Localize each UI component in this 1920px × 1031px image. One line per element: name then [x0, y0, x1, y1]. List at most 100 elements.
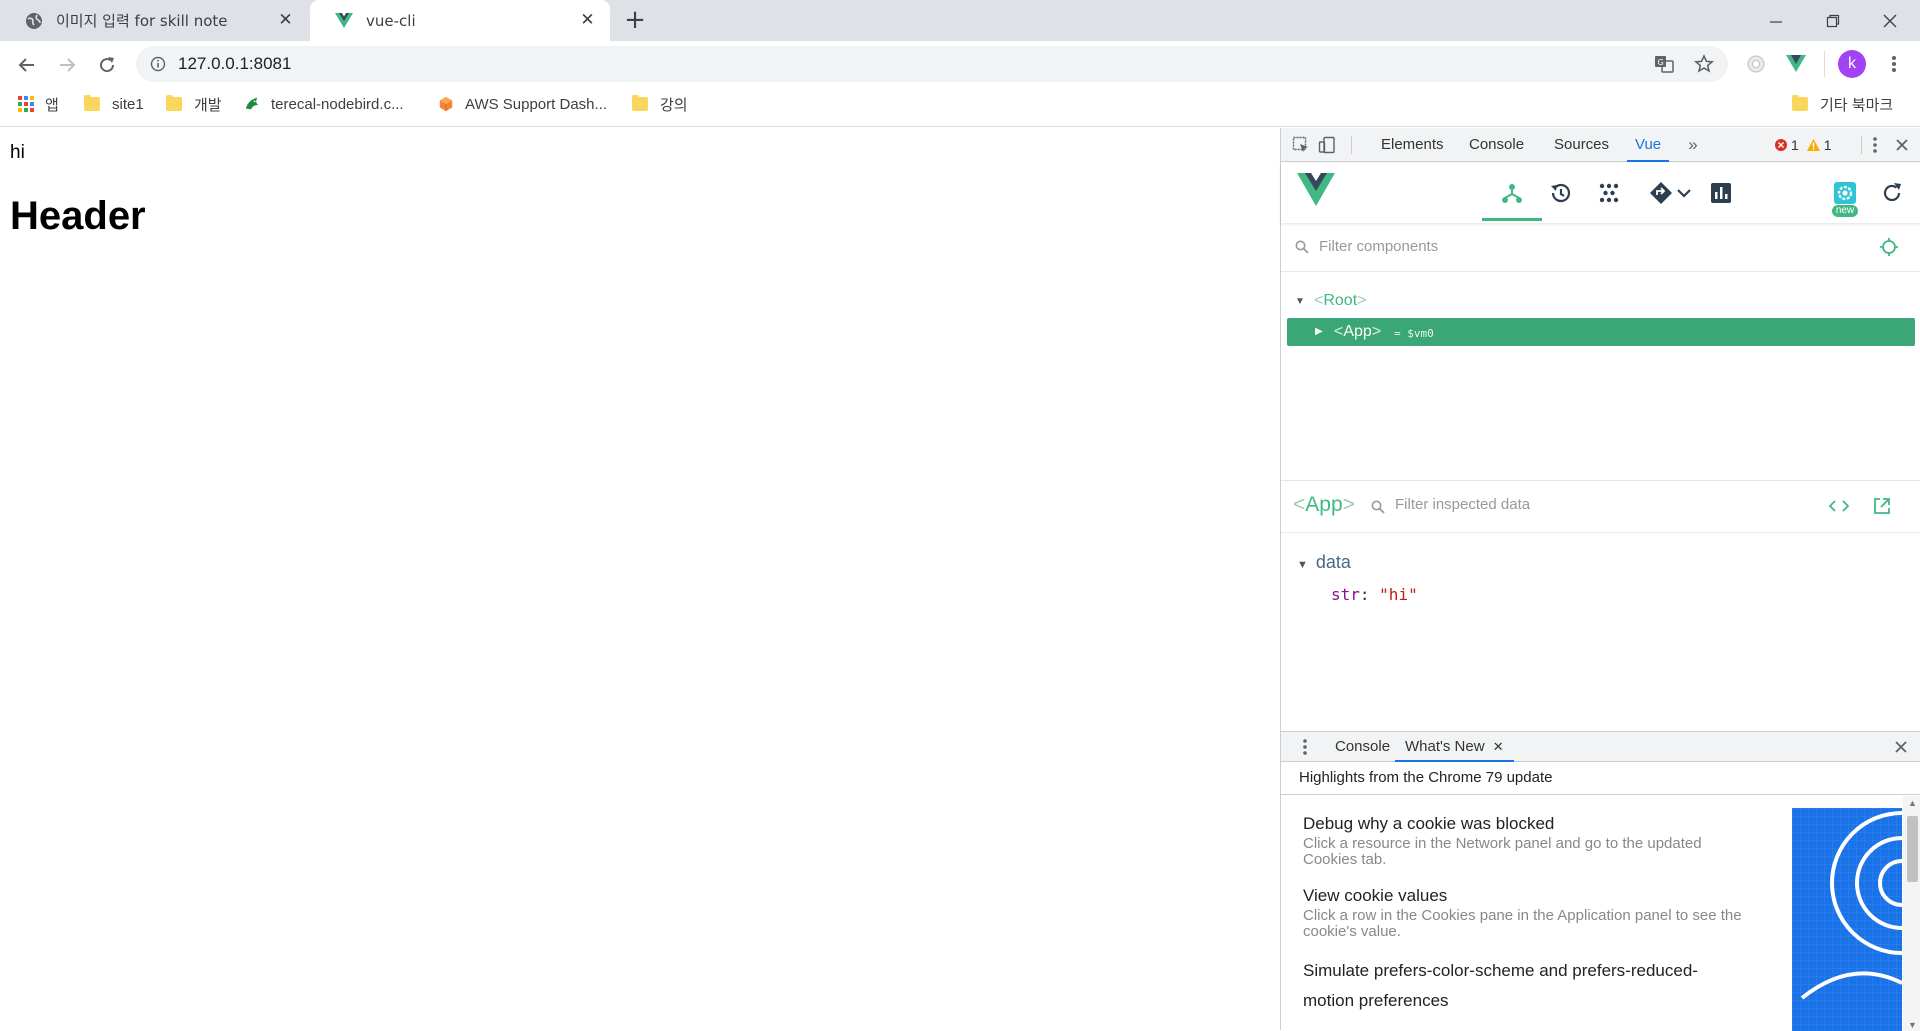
more-tabs-icon[interactable]: » [1683, 135, 1703, 155]
profile-avatar[interactable]: k [1838, 50, 1866, 78]
routing-tab[interactable] [1643, 173, 1697, 213]
issues-counter[interactable]: 1 1 [1775, 135, 1855, 155]
toolbar-divider [1824, 51, 1825, 77]
drawer-tab-whats-new[interactable]: What's New ✕ [1395, 732, 1514, 762]
browser-tab-vue-cli[interactable]: vue-cli ✕ [310, 0, 610, 41]
whats-new-item: Debug why a cookie was blocked Click a r… [1303, 812, 1743, 868]
tab-divider [1351, 136, 1352, 154]
tab-vue[interactable]: Vue [1627, 128, 1670, 162]
scroll-down-icon[interactable]: ▼ [1908, 1020, 1917, 1030]
view-source-code-icon[interactable] [1828, 497, 1850, 520]
close-tab-icon[interactable]: ✕ [1493, 739, 1504, 754]
bookmark-dev[interactable]: 개발 [166, 87, 222, 121]
whats-new-item: View cookie values Click a row in the Co… [1303, 884, 1743, 940]
bookmark-site1[interactable]: site1 [84, 87, 144, 121]
devtools-tab-bar: Elements Console Sources Vue » 1 1 [1281, 128, 1920, 162]
tab-strip: 이미지 입력 for skill note ✕ vue-cli ✕ + [0, 0, 1920, 41]
new-badge: new [1832, 205, 1858, 217]
bookmark-apps[interactable]: 앱 [18, 87, 59, 121]
translate-icon[interactable]: G [1654, 54, 1674, 78]
whats-new-item-title[interactable]: Debug why a cookie was blocked [1303, 812, 1743, 836]
tab-elements[interactable]: Elements [1381, 128, 1444, 162]
vm-reference: = $vm0 [1394, 327, 1434, 340]
error-icon [1775, 139, 1787, 151]
bookmark-other[interactable]: 기타 북마크 [1792, 87, 1893, 121]
whats-new-item-title[interactable]: View cookie values [1303, 884, 1743, 908]
warning-icon [1806, 139, 1820, 151]
close-tab-icon[interactable]: ✕ [277, 12, 294, 29]
arrow-left-icon [18, 58, 34, 72]
restore-button[interactable] [1803, 0, 1863, 41]
devtools-drawer: Console What's New ✕ Highlights from the… [1281, 731, 1920, 1031]
events-tab[interactable] [1589, 173, 1629, 213]
bookmark-terecal[interactable]: terecal-nodebird.c... [244, 87, 404, 121]
whats-new-content: Debug why a cookie was blocked Click a r… [1281, 796, 1920, 1031]
data-section-toggle[interactable]: ▼ data [1297, 552, 1351, 573]
search-icon [1295, 240, 1309, 259]
close-tab-icon[interactable]: ✕ [579, 12, 596, 29]
caret-right-icon[interactable]: ▶ [1315, 326, 1323, 337]
data-property-row[interactable]: str: "hi" [1331, 585, 1418, 604]
reload-button[interactable] [92, 50, 122, 80]
vue-devtools-toolbar: new [1281, 163, 1920, 223]
tab-divider [1861, 136, 1862, 154]
tab-title: 이미지 입력 for skill note [56, 12, 228, 30]
vuex-history-tab[interactable] [1540, 173, 1580, 213]
tab-sources[interactable]: Sources [1554, 128, 1609, 162]
folder-icon [632, 95, 648, 111]
tab-console[interactable]: Console [1469, 128, 1524, 162]
settings-gear-icon [1834, 182, 1856, 204]
minimize-icon [1770, 20, 1782, 23]
reload-icon [100, 57, 115, 73]
select-component-target-icon[interactable] [1879, 237, 1899, 262]
whats-new-item: Simulate prefers-color-scheme and prefer… [1303, 956, 1743, 1016]
browser-tab-skill-note[interactable]: 이미지 입력 for skill note ✕ [0, 0, 308, 41]
filter-inspected-data-input[interactable] [1395, 496, 1695, 513]
extension-grey-icon[interactable] [1744, 52, 1768, 76]
filter-components-input[interactable] [1319, 238, 1819, 255]
aws-cube-icon [439, 96, 453, 112]
bookmark-star-icon[interactable] [1694, 54, 1714, 78]
component-inspector: <App> ▼data str: "hi" [1281, 480, 1920, 730]
components-tree-icon [1502, 184, 1522, 203]
drawer-tab-console[interactable]: Console [1327, 732, 1398, 762]
scroll-up-icon[interactable]: ▲ [1908, 798, 1917, 808]
drawer-tab-bar: Console What's New ✕ [1281, 732, 1920, 762]
new-tab-button[interactable]: + [622, 7, 648, 34]
bird-icon [245, 97, 259, 110]
chevron-down-icon [1677, 189, 1691, 198]
address-bar[interactable]: 127.0.0.1:8081 G [136, 46, 1728, 82]
window-close-button[interactable] [1860, 0, 1920, 41]
scrollbar[interactable]: ▲ ▼ [1903, 796, 1920, 1031]
bookmark-aws-support[interactable]: AWS Support Dash... [438, 87, 607, 121]
search-icon [1371, 500, 1385, 519]
tree-node-app-selected[interactable]: ▶ <App> = $vm0 [1287, 318, 1915, 346]
chrome-menu-icon[interactable] [1882, 52, 1906, 76]
minimize-button[interactable] [1746, 0, 1806, 41]
drawer-menu-icon[interactable] [1295, 737, 1315, 757]
whats-new-item-title[interactable]: Simulate prefers-color-scheme and prefer… [1303, 956, 1743, 1016]
scrollbar-thumb[interactable] [1907, 816, 1918, 882]
events-dots-icon [1599, 183, 1619, 203]
apps-grid-icon [18, 96, 34, 112]
inspect-element-icon[interactable] [1291, 135, 1311, 155]
tree-node-root[interactable]: ▼ <Root> [1287, 288, 1915, 316]
device-toolbar-icon[interactable] [1317, 135, 1337, 155]
caret-down-icon[interactable]: ▼ [1295, 296, 1305, 307]
info-icon[interactable] [150, 56, 166, 76]
devtools-menu-icon[interactable] [1865, 135, 1885, 155]
components-tab[interactable] [1492, 173, 1532, 213]
refresh-button[interactable] [1872, 173, 1912, 213]
forward-button[interactable] [52, 50, 82, 80]
devtools-panel: Elements Console Sources Vue » 1 1 new F… [1280, 128, 1920, 1031]
close-icon [1883, 14, 1897, 27]
url-text[interactable]: 127.0.0.1:8081 [178, 54, 291, 74]
inspected-component-name: <App> [1293, 493, 1355, 516]
open-in-editor-icon[interactable] [1873, 497, 1891, 520]
vue-devtools-extension-icon[interactable] [1784, 52, 1808, 76]
bookmark-lecture[interactable]: 강의 [632, 87, 688, 121]
drawer-close-icon[interactable] [1891, 737, 1911, 757]
back-button[interactable] [12, 50, 42, 80]
performance-tab[interactable] [1701, 173, 1741, 213]
devtools-close-icon[interactable] [1892, 135, 1912, 155]
